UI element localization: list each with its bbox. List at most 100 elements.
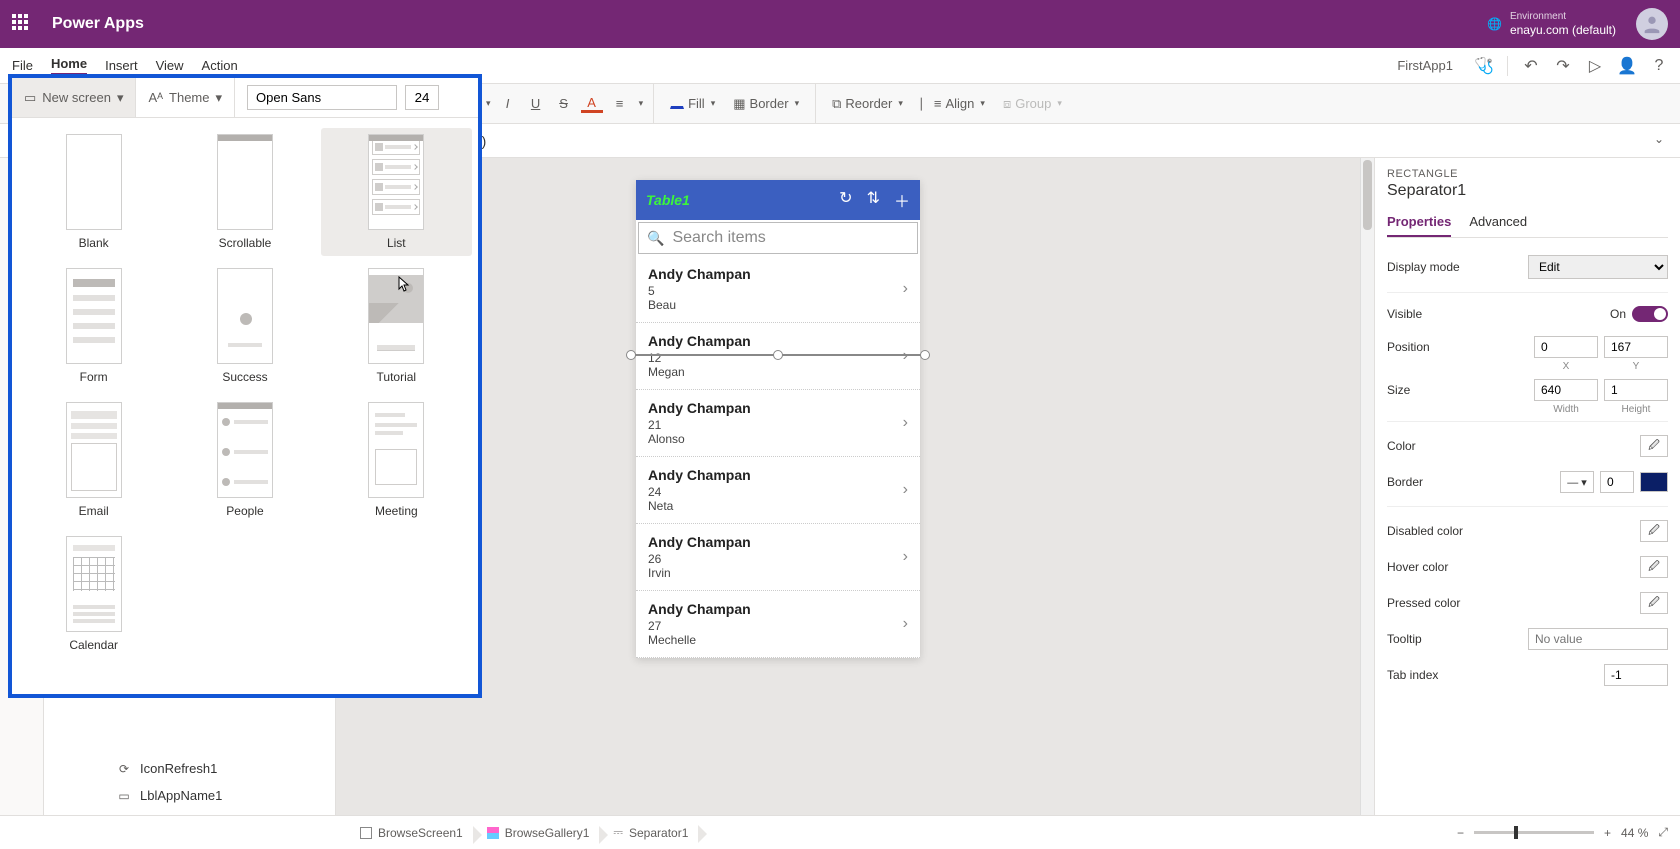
help-icon[interactable]: ? (1650, 57, 1668, 75)
share-icon[interactable]: 👤 (1618, 57, 1636, 75)
sort-icon[interactable]: ⇅ (867, 188, 880, 212)
item-name: Andy Champan (648, 333, 903, 349)
list-item[interactable]: Andy Champan21Alonso› (636, 390, 920, 457)
template-success[interactable]: Success (169, 262, 320, 390)
hover-color-picker[interactable]: 🖉 (1640, 556, 1668, 578)
display-mode-select[interactable]: Edit (1528, 255, 1668, 279)
font-select[interactable] (247, 85, 397, 110)
font-color-icon[interactable]: A (581, 95, 603, 113)
status-bar: BrowseScreen1 BrowseGallery1 ⎓Separator1… (0, 815, 1680, 849)
environment-picker[interactable]: 🌐 Environment enayu.com (default) (1487, 11, 1616, 37)
reorder-icon: ⧉ (832, 96, 841, 112)
color-picker[interactable]: 🖉 (1640, 435, 1668, 457)
align-button[interactable]: ⎸≡ Align▾ (915, 92, 991, 116)
breadcrumb-item[interactable]: ⎓Separator1 (601, 821, 700, 844)
breadcrumb-item[interactable]: BrowseScreen1 (348, 822, 475, 844)
border-button[interactable]: ▦ Border▾ (727, 92, 805, 116)
play-icon[interactable]: ▷ (1586, 57, 1604, 75)
breadcrumb: BrowseScreen1 BrowseGallery1 ⎓Separator1 (348, 821, 700, 844)
product-title: Power Apps (52, 15, 144, 33)
list-item[interactable]: Andy Champan5Beau› (636, 256, 920, 323)
app-preview: Table1 ↻ ⇅ ＋ 🔍 Search items Andy Champan… (636, 180, 920, 658)
template-blank[interactable]: Blank (18, 128, 169, 256)
tooltip-input[interactable] (1528, 628, 1668, 650)
chevron-right-icon: › (903, 481, 908, 499)
template-label: Success (222, 370, 267, 384)
fill-swatch-icon (670, 99, 684, 109)
width-input[interactable] (1534, 379, 1598, 401)
zoom-slider[interactable] (1474, 831, 1594, 834)
template-form[interactable]: Form (18, 262, 169, 390)
redo-icon[interactable]: ↷ (1554, 57, 1572, 75)
item-subtitle: Megan (648, 365, 903, 379)
list-item[interactable]: Andy Champan27Mechelle› (636, 591, 920, 658)
search-input[interactable]: 🔍 Search items (638, 222, 918, 254)
refresh-icon: ⟳ (116, 762, 132, 776)
menu-home[interactable]: Home (51, 56, 87, 75)
menu-action[interactable]: Action (202, 58, 238, 73)
border-color-swatch[interactable] (1640, 472, 1668, 492)
expand-formula-icon[interactable]: ⌄ (1654, 132, 1664, 146)
canvas[interactable]: Table1 ↻ ⇅ ＋ 🔍 Search items Andy Champan… (336, 158, 1374, 815)
app-launcher-icon[interactable] (12, 14, 32, 34)
disabled-color-picker[interactable]: 🖉 (1640, 520, 1668, 542)
pressed-color-picker[interactable]: 🖉 (1640, 592, 1668, 614)
template-tutorial[interactable]: Tutorial (321, 262, 472, 390)
item-subtitle: Irvin (648, 566, 903, 580)
template-scrollable[interactable]: Scrollable (169, 128, 320, 256)
border-width-input[interactable] (1600, 471, 1634, 493)
italic-icon[interactable]: I (497, 96, 519, 111)
template-thumbnail (368, 402, 424, 498)
search-icon: 🔍 (647, 230, 664, 247)
reorder-button[interactable]: ⧉ Reorder▾ (826, 92, 909, 116)
item-subtitle: Neta (648, 499, 903, 513)
template-people[interactable]: People (169, 396, 320, 524)
menu-view[interactable]: View (156, 58, 184, 73)
strikethrough-icon[interactable]: S (553, 96, 575, 111)
height-input[interactable] (1604, 379, 1668, 401)
zoom-value: 44 % (1621, 826, 1648, 840)
zoom-in-icon[interactable]: + (1604, 826, 1611, 840)
text-align-icon[interactable]: ≡ (609, 96, 631, 111)
template-thumbnail (368, 134, 424, 230)
template-thumbnail (66, 134, 122, 230)
account-avatar[interactable] (1636, 8, 1668, 40)
tree-item[interactable]: ▭LblAppName1 (44, 782, 335, 809)
visible-toggle[interactable] (1632, 306, 1668, 322)
new-screen-button[interactable]: ▭New screen▾ (12, 78, 136, 117)
tab-properties[interactable]: Properties (1387, 208, 1451, 237)
item-subtitle: Alonso (648, 432, 903, 446)
menu-file[interactable]: File (12, 58, 33, 73)
breadcrumb-item[interactable]: BrowseGallery1 (475, 822, 602, 844)
font-size-input[interactable] (405, 85, 439, 110)
group-button[interactable]: ⧈ Group▾ (997, 92, 1068, 116)
list-item[interactable]: Andy Champan24Neta› (636, 457, 920, 524)
tabindex-input[interactable] (1604, 664, 1668, 686)
canvas-scrollbar[interactable] (1360, 158, 1374, 815)
selection-box[interactable] (630, 354, 926, 356)
fill-button[interactable]: Fill▾ (664, 92, 721, 115)
add-icon[interactable]: ＋ (894, 188, 910, 212)
gallery-icon (487, 827, 499, 839)
app-checker-icon[interactable]: 🩺 (1475, 57, 1493, 75)
template-list[interactable]: List (321, 128, 472, 256)
tab-advanced[interactable]: Advanced (1469, 208, 1527, 237)
item-subtitle: Mechelle (648, 633, 903, 647)
menu-insert[interactable]: Insert (105, 58, 138, 73)
tree-item[interactable]: ⟳IconRefresh1 (44, 755, 335, 782)
underline-icon[interactable]: U (525, 96, 547, 111)
fit-icon[interactable]: ⤢ (1658, 825, 1668, 840)
template-calendar[interactable]: Calendar (18, 530, 169, 658)
list-item[interactable]: Andy Champan26Irvin› (636, 524, 920, 591)
environment-label: Environment (1510, 11, 1616, 23)
border-style[interactable]: — ▾ (1560, 471, 1594, 493)
theme-button[interactable]: AᴬTheme▾ (136, 78, 235, 117)
zoom-out-icon[interactable]: − (1457, 826, 1464, 840)
template-meeting[interactable]: Meeting (321, 396, 472, 524)
pos-x-input[interactable] (1534, 336, 1598, 358)
refresh-icon[interactable]: ↻ (839, 188, 852, 212)
pos-y-input[interactable] (1604, 336, 1668, 358)
item-number: 21 (648, 418, 903, 432)
template-email[interactable]: Email (18, 396, 169, 524)
undo-icon[interactable]: ↶ (1522, 57, 1540, 75)
